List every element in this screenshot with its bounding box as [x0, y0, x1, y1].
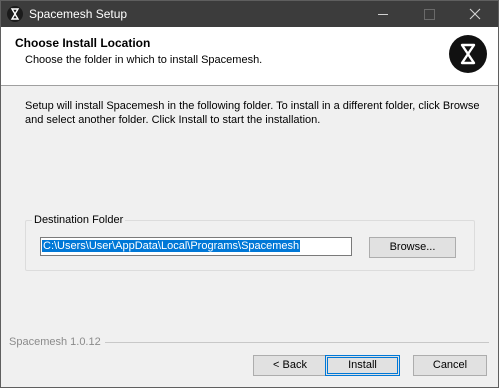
- spacemesh-logo-icon: [7, 6, 23, 22]
- spacemesh-logo-icon: [449, 35, 487, 73]
- close-button[interactable]: [452, 1, 498, 27]
- cancel-button[interactable]: Cancel: [413, 355, 487, 376]
- maximize-icon: [424, 9, 435, 20]
- maximize-button[interactable]: [407, 1, 453, 27]
- page-subtitle: Choose the folder in which to install Sp…: [25, 54, 263, 66]
- install-button[interactable]: Install: [325, 355, 400, 376]
- page-header: Choose Install Location Choose the folde…: [1, 27, 498, 86]
- branding-text: Spacemesh 1.0.12: [9, 336, 101, 348]
- back-button[interactable]: < Back: [253, 355, 327, 376]
- close-icon: [469, 8, 481, 23]
- minimize-icon: [378, 14, 388, 15]
- installer-window: Spacemesh Setup Choose Install Location …: [0, 0, 499, 388]
- window-title: Spacemesh Setup: [29, 7, 128, 21]
- title-bar[interactable]: Spacemesh Setup: [1, 1, 498, 27]
- destination-path-value: C:\Users\User\AppData\Local\Programs\Spa…: [42, 240, 301, 252]
- branding-divider: [105, 342, 489, 343]
- install-description: Setup will install Spacemesh in the foll…: [25, 100, 480, 126]
- browse-button[interactable]: Browse...: [369, 237, 456, 258]
- destination-folder-label: Destination Folder: [32, 214, 126, 226]
- page-title: Choose Install Location: [15, 36, 151, 50]
- minimize-button[interactable]: [360, 1, 406, 27]
- destination-folder-group: Destination Folder C:\Users\User\AppData…: [25, 214, 475, 271]
- destination-path-input[interactable]: C:\Users\User\AppData\Local\Programs\Spa…: [40, 237, 352, 256]
